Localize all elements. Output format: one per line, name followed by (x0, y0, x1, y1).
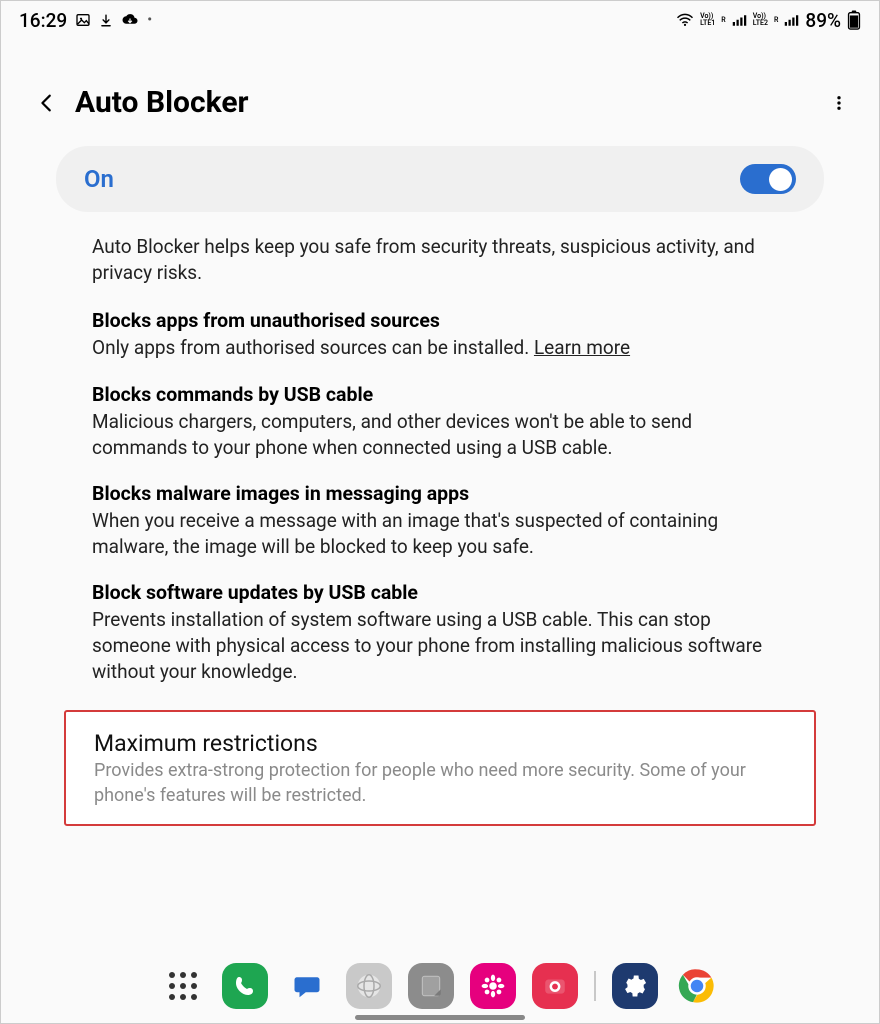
status-time: 16:29 (19, 9, 67, 32)
toggle-state-label: On (84, 165, 114, 193)
chrome-app-icon[interactable] (674, 963, 720, 1009)
app-dock (1, 963, 879, 1009)
section-malware-images: Blocks malware images in messaging apps … (56, 468, 824, 567)
section-usb-commands: Blocks commands by USB cable Malicious c… (56, 369, 824, 468)
volte2-indicator: Vo)) LTE2 (753, 13, 768, 27)
max-restrictions-title: Maximum restrictions (94, 730, 786, 757)
switch-thumb (769, 168, 792, 191)
page-title: Auto Blocker (75, 85, 823, 120)
notes-app-icon[interactable] (408, 963, 454, 1009)
section-title: Blocks commands by USB cable (92, 383, 788, 406)
download-icon (99, 13, 113, 28)
learn-more-link[interactable]: Learn more (534, 336, 630, 359)
phone-app-icon[interactable] (222, 963, 268, 1009)
section-desc: Only apps from authorised sources can be… (92, 335, 788, 361)
signal-2-icon (784, 14, 799, 27)
section-title: Blocks malware images in messaging apps (92, 482, 788, 505)
section-desc: Malicious chargers, computers, and other… (92, 409, 788, 460)
gallery-app-icon[interactable] (470, 963, 516, 1009)
battery-icon (847, 10, 861, 30)
camera-app-icon[interactable] (532, 963, 578, 1009)
internet-app-icon[interactable] (346, 963, 392, 1009)
master-toggle-card[interactable]: On (56, 146, 824, 212)
gallery-notif-icon (75, 12, 91, 28)
section-title: Blocks apps from unauthorised sources (92, 309, 788, 332)
settings-app-icon[interactable] (612, 963, 658, 1009)
master-switch[interactable] (740, 164, 796, 194)
screen-header: Auto Blocker (1, 37, 879, 130)
app-drawer-button[interactable] (160, 963, 206, 1009)
section-usb-updates: Block software updates by USB cable Prev… (56, 567, 824, 692)
section-title: Block software updates by USB cable (92, 581, 788, 604)
wifi-icon (676, 13, 694, 27)
r-indicator-1: R (721, 17, 725, 24)
cloud-download-icon (121, 13, 139, 27)
more-options-button[interactable] (823, 87, 855, 119)
dock-divider (594, 971, 596, 1001)
back-button[interactable] (31, 87, 63, 119)
status-bar: 16:29 • Vo)) LTE1 R Vo)) LTE2 R (1, 1, 879, 37)
r-indicator-2: R (774, 17, 778, 24)
section-unauthorised-sources: Blocks apps from unauthorised sources On… (56, 295, 824, 369)
signal-1-icon (732, 14, 747, 27)
gesture-bar[interactable] (355, 1015, 525, 1020)
volte1-indicator: Vo)) LTE1 (700, 13, 715, 27)
section-desc: Prevents installation of system software… (92, 607, 788, 684)
section-desc: When you receive a message with an image… (92, 508, 788, 559)
intro-text: Auto Blocker helps keep you safe from se… (56, 234, 824, 295)
more-notif-dot: • (147, 13, 152, 27)
messages-app-icon[interactable] (284, 963, 330, 1009)
battery-percent: 89% (805, 9, 841, 32)
max-restrictions-desc: Provides extra-strong protection for peo… (94, 759, 786, 808)
maximum-restrictions-item[interactable]: Maximum restrictions Provides extra-stro… (64, 710, 816, 826)
settings-content: On Auto Blocker helps keep you safe from… (1, 130, 879, 826)
